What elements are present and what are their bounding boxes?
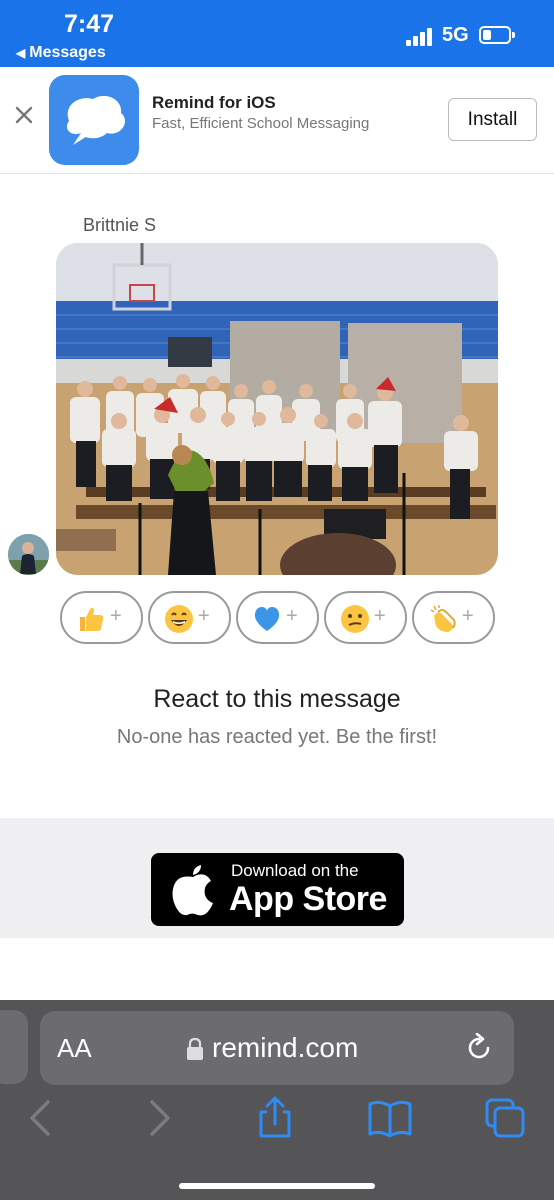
sender-name: Brittnie S — [83, 215, 157, 235]
add-reaction-plus: + — [110, 605, 122, 627]
signal-icon — [406, 28, 434, 46]
blue-heart-icon — [254, 607, 280, 631]
install-button[interactable]: Install — [448, 98, 537, 141]
store-big-text: App Store — [229, 880, 387, 918]
url-domain: remind.com — [212, 1032, 359, 1063]
close-icon[interactable] — [12, 103, 36, 127]
add-reaction-plus: + — [374, 605, 386, 627]
bookmarks-icon[interactable] — [368, 1096, 412, 1140]
message-photo[interactable] — [56, 243, 498, 575]
status-time: 7:47 — [64, 10, 115, 38]
reaction-confused-button[interactable]: + — [324, 591, 407, 644]
reaction-thumbs-up-button[interactable]: + — [60, 591, 143, 644]
network-label: 5G — [442, 24, 469, 46]
reload-icon[interactable] — [464, 1033, 494, 1063]
home-indicator[interactable] — [179, 1183, 375, 1189]
address-bar[interactable]: AA remind.com — [40, 1011, 514, 1085]
thumbs-up-icon — [80, 607, 104, 631]
add-reaction-plus: + — [198, 605, 210, 627]
avatar[interactable] — [8, 534, 49, 575]
previous-tab-edge[interactable] — [0, 1010, 28, 1084]
forward-chevron-icon[interactable] — [138, 1096, 182, 1140]
lock-icon — [187, 1037, 203, 1060]
confused-face-icon — [341, 605, 369, 633]
reaction-clap-button[interactable]: + — [412, 591, 495, 644]
app-store-section: Download on the App Store — [0, 818, 554, 938]
app-subtitle: Fast, Efficient School Messaging — [152, 115, 370, 132]
status-bar: 7:47 ◀ Messages 5G — [0, 0, 554, 67]
apple-icon — [172, 865, 213, 916]
add-reaction-plus: + — [462, 605, 474, 627]
grinning-face-icon — [165, 605, 193, 633]
store-small-text: Download on the — [231, 861, 359, 880]
back-label: Messages — [29, 44, 106, 61]
speech-bubble-icon — [66, 95, 126, 145]
clapping-hands-icon — [430, 605, 456, 632]
smart-app-banner: Remind for iOS Fast, Efficient School Me… — [0, 67, 554, 174]
reaction-heart-button[interactable]: + — [236, 591, 319, 644]
back-chevron-icon[interactable] — [18, 1096, 62, 1140]
remind-app-icon — [49, 75, 139, 165]
share-icon[interactable] — [253, 1096, 297, 1140]
reader-options-button[interactable]: AA — [57, 1033, 92, 1064]
reaction-grinning-button[interactable]: + — [148, 591, 231, 644]
tabs-icon[interactable] — [483, 1096, 527, 1140]
back-to-messages-link[interactable]: ◀ Messages — [16, 44, 106, 62]
back-triangle-icon: ◀ — [16, 46, 26, 60]
react-title: React to this message — [153, 685, 401, 713]
add-reaction-plus: + — [286, 605, 298, 627]
app-store-badge[interactable]: Download on the App Store — [151, 853, 404, 926]
battery-icon — [479, 26, 515, 44]
app-name: Remind for iOS — [152, 93, 276, 112]
react-subtitle: No-one has reacted yet. Be the first! — [116, 726, 438, 748]
